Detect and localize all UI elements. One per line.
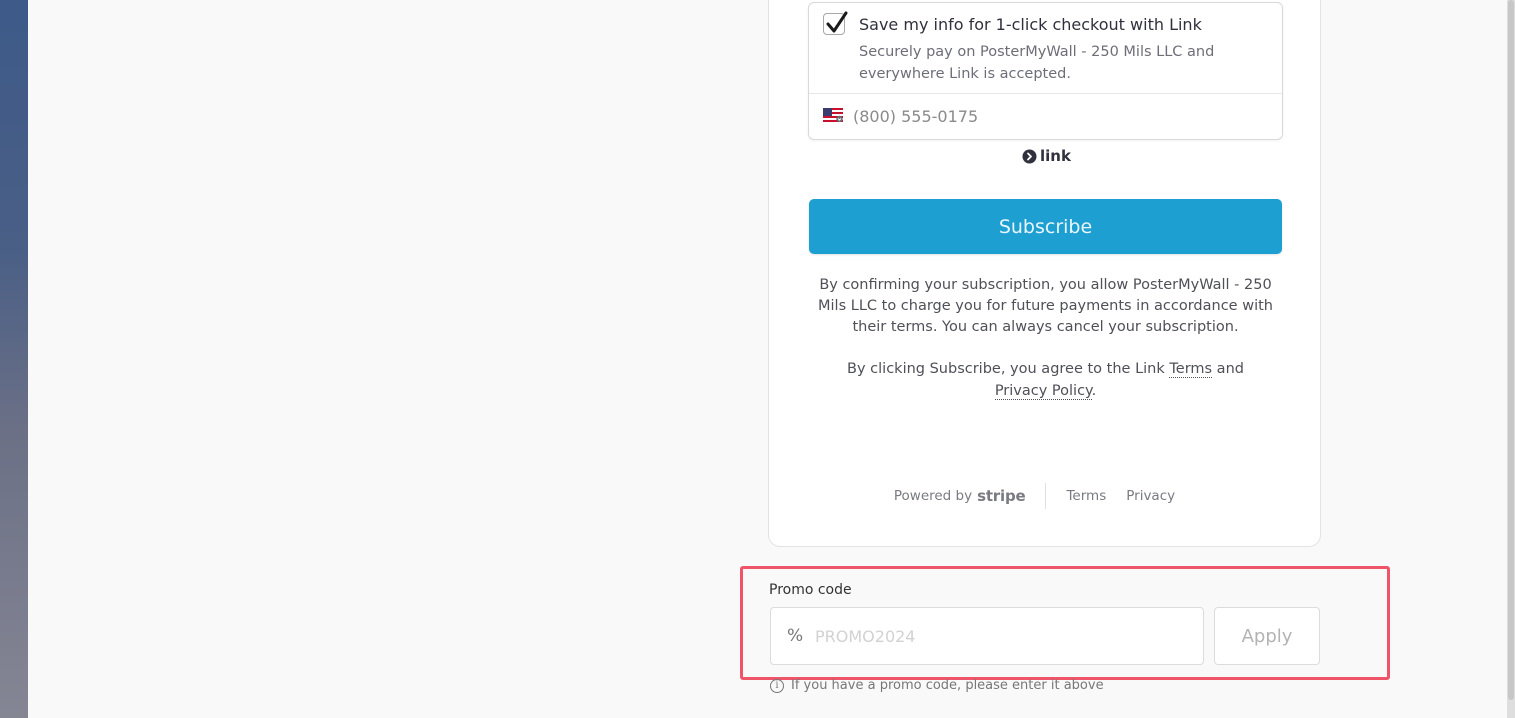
link-logo: link [1022, 147, 1071, 165]
phone-number-input[interactable] [853, 103, 1253, 129]
privacy-policy-link[interactable]: Privacy Policy [994, 383, 1092, 400]
footer-separator [1045, 483, 1047, 509]
link-terms-suffix: . [1091, 383, 1097, 399]
save-info-checkbox[interactable] [823, 11, 848, 35]
scrollbar-thumb[interactable] [1508, 0, 1514, 700]
subscribe-button[interactable]: Subscribe [809, 199, 1282, 254]
save-info-title: Save my info for 1-click checkout with L… [859, 15, 1202, 34]
vertical-scrollbar[interactable] [1507, 0, 1515, 718]
promo-code-input[interactable] [815, 624, 1185, 648]
footer-terms-link[interactable]: Terms [1066, 488, 1106, 504]
promo-help-text: i If you have a promo code, please enter… [770, 678, 1104, 693]
checkmark-icon [826, 11, 848, 33]
link-terms-notice: By clicking Subscribe, you agree to the … [808, 358, 1283, 402]
link-terms-and: and [1212, 361, 1244, 377]
promo-help-label: If you have a promo code, please enter i… [791, 678, 1104, 693]
background-image-strip [0, 0, 28, 718]
link-terms-link[interactable]: Terms [1169, 361, 1213, 378]
save-info-description: Securely pay on PosterMyWall - 250 Mils … [859, 44, 1215, 82]
subscription-notice: By confirming your subscription, you all… [818, 277, 1273, 335]
promo-code-field[interactable]: % [770, 607, 1204, 665]
promo-code-label: Promo code [769, 582, 852, 598]
link-box-divider [809, 93, 1282, 94]
footer-privacy-link[interactable]: Privacy [1126, 488, 1175, 504]
apply-promo-button[interactable]: Apply [1214, 607, 1320, 665]
percent-icon: % [787, 626, 804, 646]
us-flag-icon[interactable] [823, 108, 843, 122]
link-arrow-icon [1022, 149, 1037, 163]
stripe-logo: stripe [977, 487, 1026, 505]
powered-by-label: Powered by [893, 488, 973, 504]
link-logo-text: link [1040, 147, 1071, 165]
stripe-footer: Powered by stripe Terms Privacy [768, 483, 1321, 509]
link-checkout-box: Save my info for 1-click checkout with L… [808, 2, 1283, 140]
info-icon: i [770, 678, 784, 693]
powered-by-stripe[interactable]: Powered by stripe [894, 487, 1046, 505]
link-terms-prefix: By clicking Subscribe, you agree to the … [847, 361, 1170, 377]
